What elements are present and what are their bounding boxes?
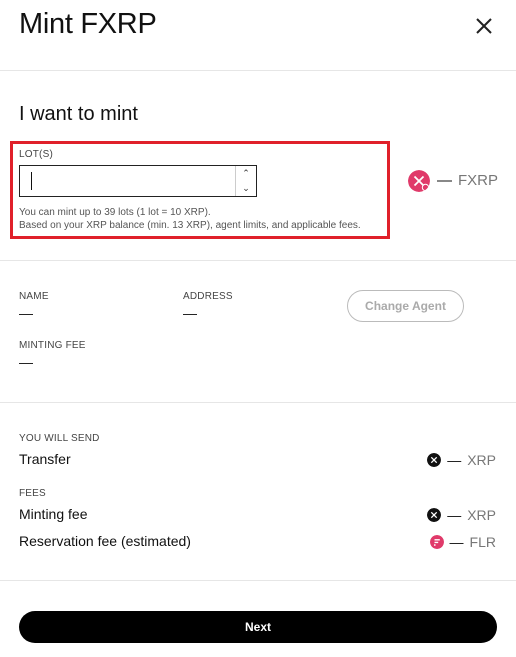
mint-fxrp-dialog: Mint FXRP I want to mint LOT(S) ⌃ ⌄ You … — [0, 0, 516, 657]
fxrp-coin-icon — [408, 170, 430, 192]
agent-name-label: NAME — [19, 291, 49, 302]
agent-address-value: — — [183, 305, 197, 321]
fxrp-currency: FXRP — [458, 172, 499, 189]
fxrp-amount: — — [437, 172, 452, 189]
minting-fee-currency: XRP — [467, 507, 496, 523]
flr-coin-icon — [429, 535, 444, 549]
transfer-amount-row: — XRP — [427, 452, 496, 468]
agent-minting-fee-label: MINTING FEE — [19, 340, 86, 351]
agent-name-value: — — [19, 305, 33, 321]
next-button[interactable]: Next — [19, 611, 497, 643]
minting-fee-label: Minting fee — [19, 506, 88, 522]
reservation-fee-currency: FLR — [469, 534, 496, 550]
lots-field: ⌃ ⌄ — [19, 165, 257, 197]
stepper-down-icon[interactable]: ⌄ — [236, 181, 256, 196]
dialog-header: Mint FXRP — [0, 0, 516, 71]
mint-section-title: I want to mint — [19, 103, 138, 125]
transfer-label: Transfer — [19, 451, 71, 467]
xrp-coin-icon — [427, 453, 442, 467]
transfer-amount: — — [447, 452, 462, 468]
close-icon[interactable] — [472, 14, 496, 38]
you-will-send-label: YOU WILL SEND — [19, 433, 100, 444]
agent-minting-fee-value: — — [19, 354, 33, 370]
fees-label: FEES — [19, 488, 46, 499]
dialog-title: Mint FXRP — [19, 8, 157, 40]
xrp-coin-icon — [427, 508, 442, 522]
divider — [0, 260, 516, 261]
divider — [0, 402, 516, 403]
minting-fee-amount: — — [447, 507, 462, 523]
reservation-fee-label: Reservation fee (estimated) — [19, 533, 191, 549]
stepper-up-icon[interactable]: ⌃ — [236, 166, 256, 181]
text-cursor — [31, 172, 32, 190]
change-agent-button[interactable]: Change Agent — [347, 290, 464, 322]
lots-input[interactable] — [20, 166, 234, 196]
lots-hint-line-2: Based on your XRP balance (min. 13 XRP),… — [19, 220, 361, 231]
reservation-fee-amount-row: — FLR — [429, 534, 496, 550]
minting-fee-amount-row: — XRP — [427, 507, 496, 523]
agent-address-label: ADDRESS — [183, 291, 233, 302]
transfer-currency: XRP — [467, 452, 496, 468]
lots-label: LOT(S) — [19, 149, 53, 160]
lots-stepper: ⌃ ⌄ — [235, 166, 256, 196]
lots-hint-line-1: You can mint up to 39 lots (1 lot = 10 X… — [19, 207, 211, 218]
divider — [0, 580, 516, 581]
reservation-fee-amount: — — [449, 534, 464, 550]
lots-hint: You can mint up to 39 lots (1 lot = 10 X… — [19, 206, 361, 232]
